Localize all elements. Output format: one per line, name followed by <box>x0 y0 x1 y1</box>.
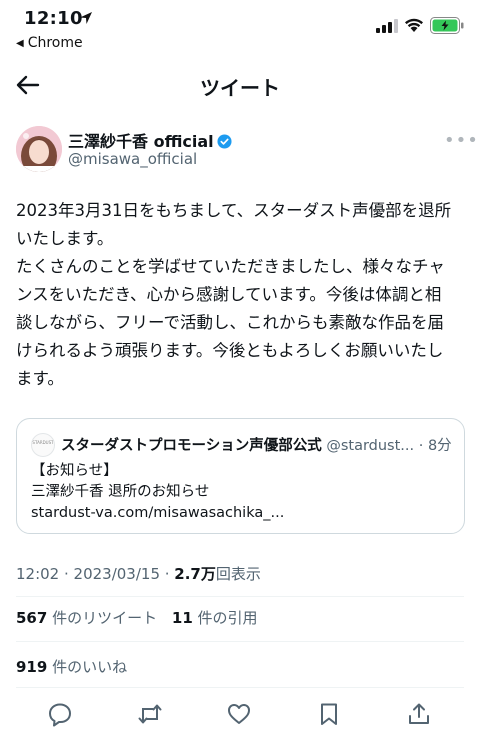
quote-body: 【お知らせ】 三澤紗千香 退所のお知らせ stardust-va.com/mis… <box>31 461 451 524</box>
quote-line: 【お知らせ】 <box>31 463 118 479</box>
back-triangle-icon: ◀ <box>16 38 24 49</box>
author-name-text: 三澤紗千香 official <box>68 132 214 151</box>
share-icon[interactable] <box>406 701 432 727</box>
bookmark-icon[interactable] <box>316 701 342 727</box>
back-to-chrome[interactable]: ◀ Chrome <box>16 35 83 51</box>
divider <box>16 687 464 688</box>
quote-avatar-logo: STARDUST <box>31 433 55 457</box>
reply-icon[interactable] <box>47 701 73 727</box>
more-icon[interactable]: ••• <box>444 130 479 151</box>
tweet-timestamp: 12:02 · 2023/03/15 · <box>16 565 175 583</box>
quotes-count: 11 <box>171 609 193 627</box>
divider <box>16 641 464 642</box>
retweet-quote-stats: 567 件のリツイート 11 件の引用 <box>16 607 258 628</box>
quotes-label: 件の引用 <box>197 609 258 627</box>
divider <box>16 596 464 597</box>
tweet-line: 2023年3月31日をもちまして、スターダスト声優部を退所 <box>16 201 452 220</box>
tweet-line: ンスをいただき、心から感謝しています。今後は体調と相 <box>16 285 442 304</box>
tweet-line: いたします。 <box>16 229 114 248</box>
author-handle[interactable]: @misawa_official <box>68 150 197 168</box>
tweet-timestamp-views: 12:02 · 2023/03/15 · 2.7万回表示 <box>16 563 261 584</box>
views-label: 回表示 <box>215 565 261 583</box>
status-time: 12:10 <box>24 8 83 29</box>
battery-icon <box>430 17 464 34</box>
tweet-actions <box>0 697 480 733</box>
avatar-image <box>16 126 62 172</box>
quote-header: スターダストプロモーション声優部公式 @stardust... · 8分 <box>61 434 457 455</box>
quote-handle-time: @stardust... · 8分 <box>321 438 452 454</box>
retweets-stat[interactable]: 567 件のリツイート <box>16 609 157 627</box>
like-icon[interactable] <box>226 701 252 727</box>
back-app-label: Chrome <box>27 35 83 51</box>
retweets-count: 567 <box>16 609 48 627</box>
retweet-icon[interactable] <box>137 701 163 727</box>
views-count: 2.7万 <box>174 565 216 583</box>
quote-line: 三澤紗千香 退所のお知らせ <box>31 484 210 500</box>
tweet-line: たくさんのことを学ばせていただきましたし、様々なチャ <box>16 257 445 276</box>
status-bar: 12:10 ◀ Chrome <box>0 0 480 58</box>
top-bar: ツイート <box>0 60 480 110</box>
quote-link[interactable]: stardust-va.com/misawasachika_... <box>31 503 451 524</box>
likes-stat[interactable]: 919 件のいいね <box>16 656 127 677</box>
location-arrow-icon <box>80 12 92 24</box>
tweet-text: 2023年3月31日をもちまして、スターダスト声優部を退所 いたします。 たくさ… <box>16 197 468 393</box>
avatar[interactable] <box>16 126 62 172</box>
wifi-icon <box>405 18 423 32</box>
quotes-stat[interactable]: 11 件の引用 <box>172 609 258 627</box>
signal-icon <box>376 19 398 33</box>
likes-count: 919 <box>16 658 48 676</box>
verified-icon <box>217 134 232 149</box>
likes-label: 件のいいね <box>52 658 128 676</box>
tweet-line: けられるよう頑張ります。今後ともよろしくお願いいたし <box>16 341 444 360</box>
tweet-line: ます。 <box>16 369 64 388</box>
tweet-author: 三澤紗千香 official @misawa_official ••• <box>16 126 478 174</box>
page-title: ツイート <box>200 76 280 100</box>
retweets-label: 件のリツイート <box>52 609 158 627</box>
quote-author-name: スターダストプロモーション声優部公式 <box>61 438 322 454</box>
quoted-tweet[interactable]: STARDUST スターダストプロモーション声優部公式 @stardust...… <box>16 418 465 534</box>
author-name[interactable]: 三澤紗千香 official <box>68 128 232 152</box>
tweet-line: 談しながら、フリーで活動し、これからも素敵な作品を届 <box>16 313 445 332</box>
